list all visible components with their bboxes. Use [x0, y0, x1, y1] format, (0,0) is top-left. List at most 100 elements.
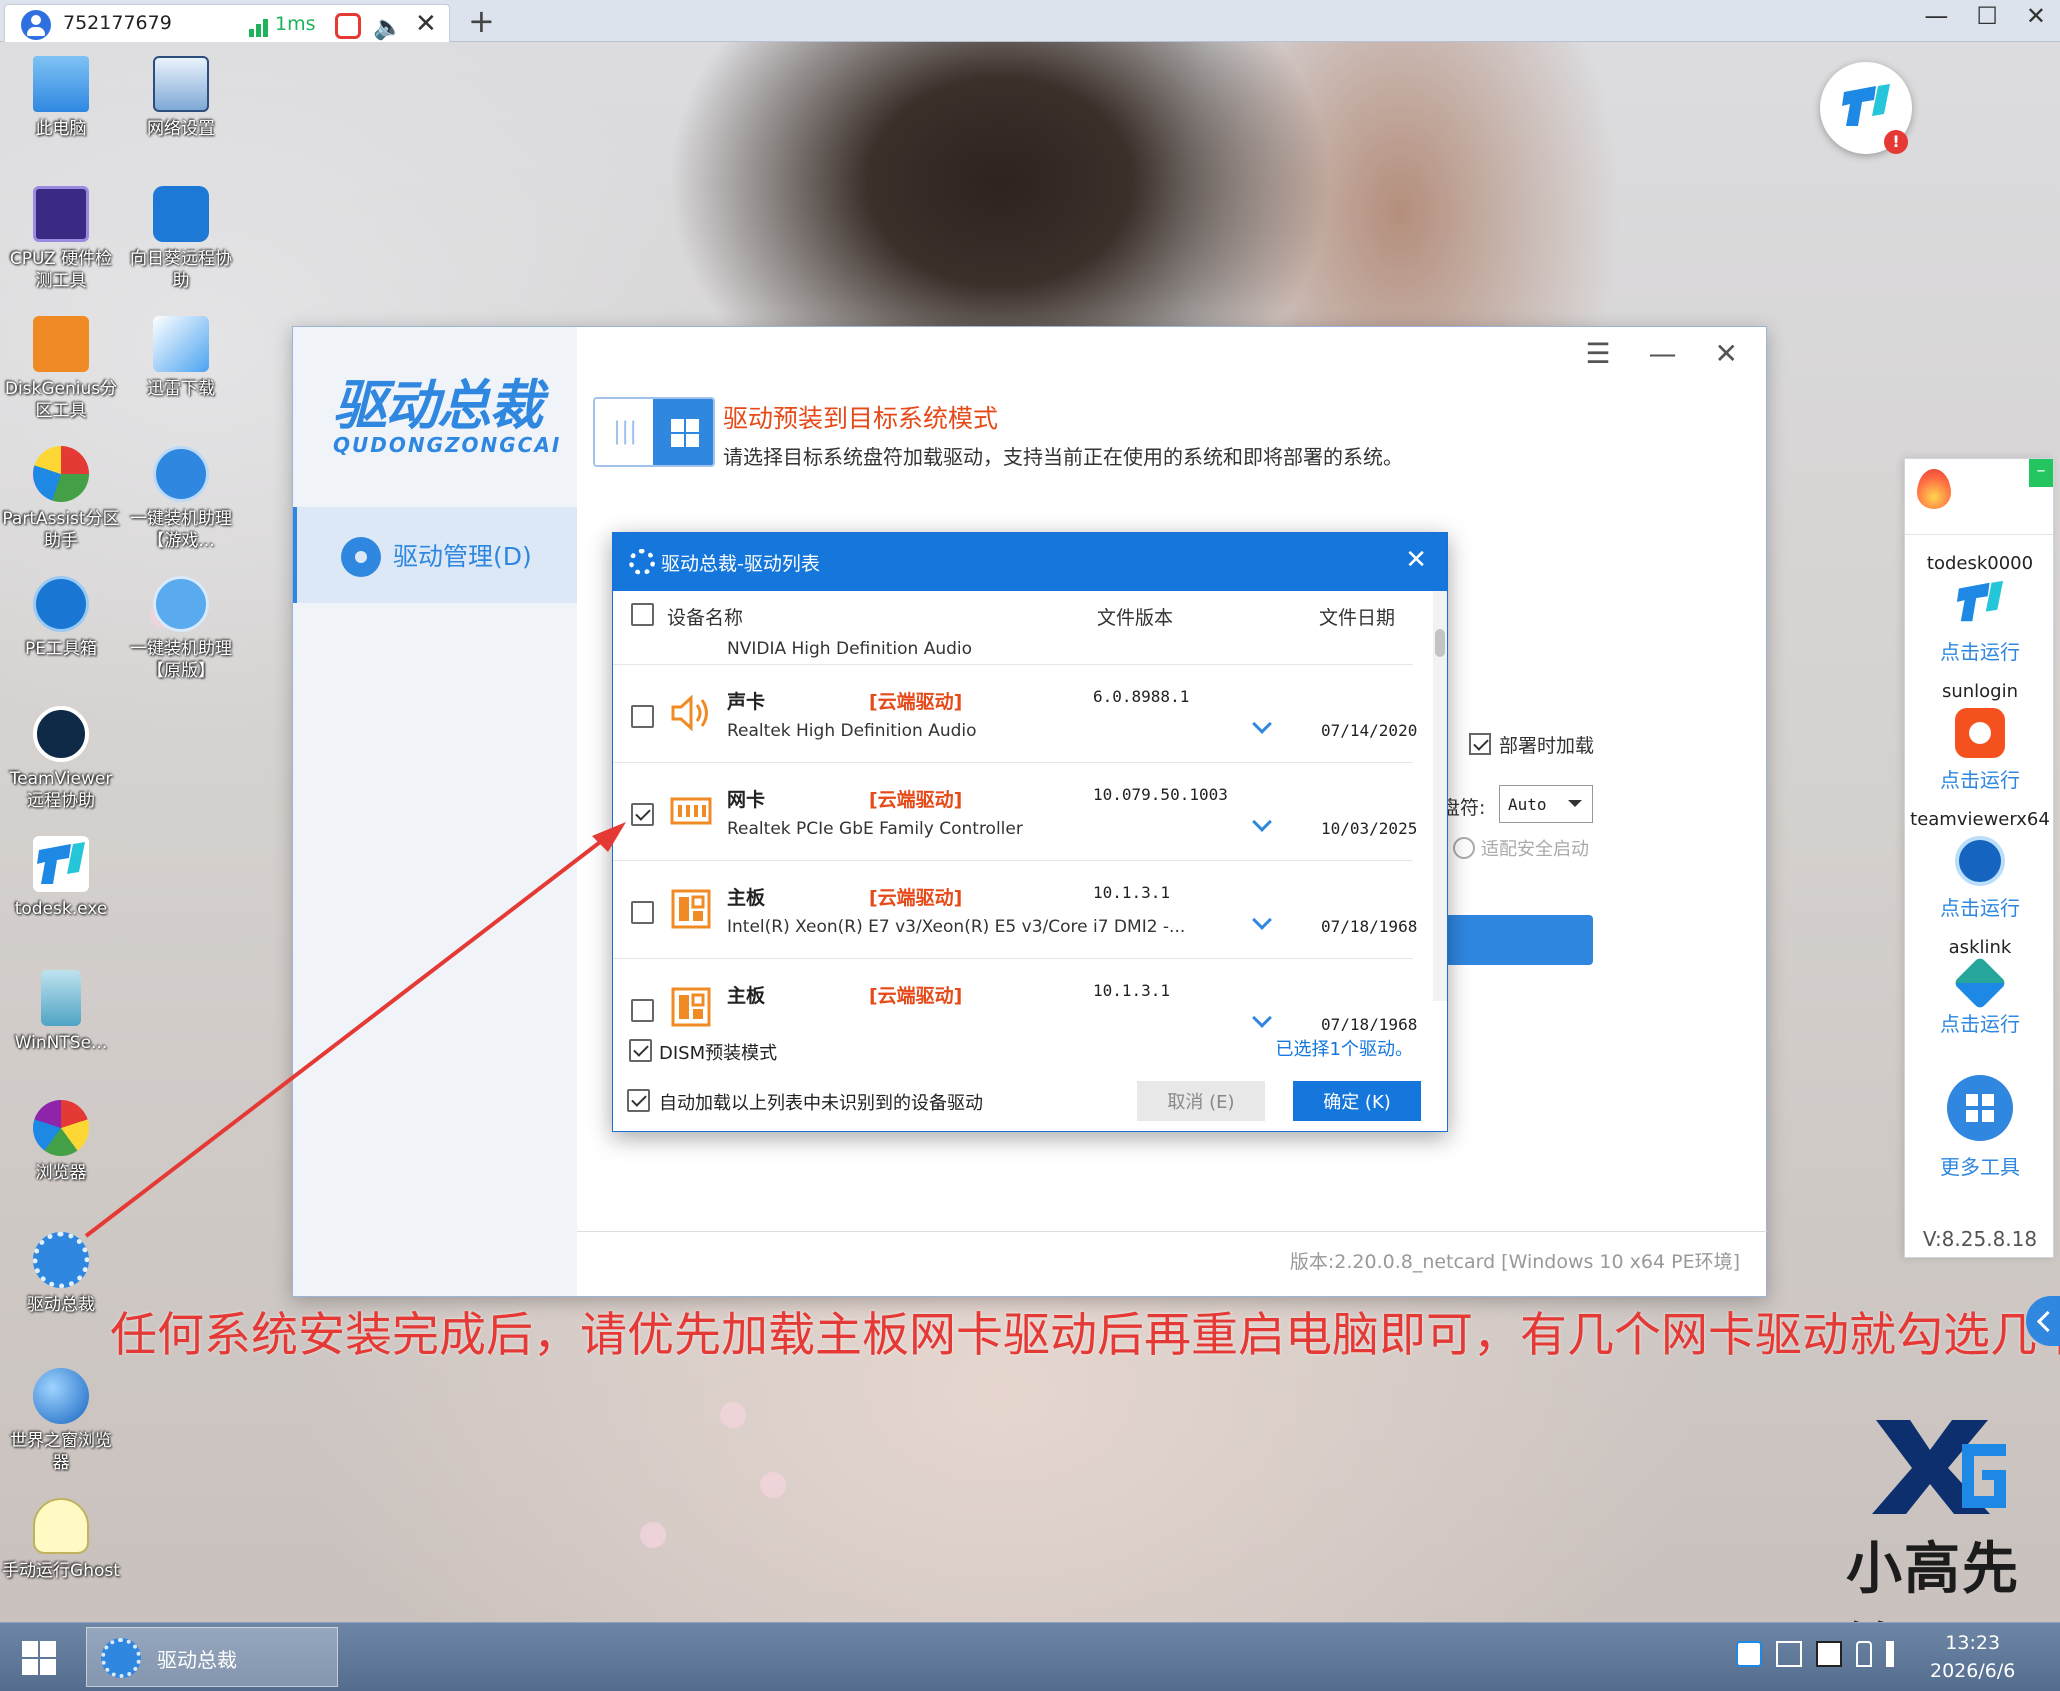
desktop-icon[interactable]: 此电脑: [2, 56, 120, 140]
tool-item-teamviewer[interactable]: teamviewerx64 点击运行: [1905, 795, 2055, 923]
close-tab-icon[interactable]: ✕: [415, 9, 437, 39]
grid-icon: [1947, 1075, 2013, 1141]
table-row[interactable]: 网卡 [云端驱动] 10.079.50.1003 Realtek PCIe Gb…: [613, 763, 1417, 861]
partassist-icon: [33, 446, 89, 502]
dialog-options: DISM预装模式 已选择1个驱动。: [613, 1031, 1447, 1067]
secure-boot-radio[interactable]: [1453, 837, 1475, 859]
maximize-icon[interactable]: ☐: [1976, 2, 1998, 30]
run-link[interactable]: 点击运行: [1905, 636, 2055, 665]
tool-item-sunlogin[interactable]: sunlogin 点击运行: [1905, 667, 2055, 795]
selected-count: 已选择1个驱动。: [1275, 1039, 1413, 1060]
row-checkbox[interactable]: [631, 705, 654, 728]
collapse-icon[interactable]: –: [2029, 459, 2053, 487]
auto-load-checkbox[interactable]: [627, 1089, 650, 1112]
chevron-down-icon[interactable]: [1252, 714, 1272, 734]
checkbox-tray-icon[interactable]: [1816, 1641, 1842, 1667]
windows-mode-button[interactable]: [653, 399, 713, 465]
network-card-icon: [670, 797, 712, 825]
blossom-decoration: [760, 1472, 786, 1498]
list-mode-icon[interactable]: [595, 399, 653, 465]
sidebar-item-driver-management[interactable]: 驱动管理(D): [293, 507, 577, 603]
computer-icon: [33, 56, 89, 112]
mode-toggle[interactable]: [593, 397, 715, 467]
desktop-icon-label: 驱动总裁: [27, 1295, 95, 1315]
deploy-load-checkbox[interactable]: [1469, 733, 1491, 755]
tool-item-todesk[interactable]: todesk0000 点击运行: [1905, 539, 2055, 667]
column-header-date[interactable]: 文件日期: [1319, 603, 1395, 630]
close-icon[interactable]: ✕: [1405, 545, 1427, 575]
run-link[interactable]: 点击运行: [1905, 892, 2055, 921]
todesk-floating-button[interactable]: !: [1820, 62, 1912, 154]
desktop-icon[interactable]: 一键装机助理【游戏...: [122, 446, 240, 552]
sunlogin-icon: [153, 186, 209, 242]
column-header-version[interactable]: 文件版本: [1097, 603, 1173, 630]
desktop-icon[interactable]: 向日葵远程协助: [122, 186, 240, 292]
desktop-icon[interactable]: todesk.exe: [2, 836, 120, 920]
list-item[interactable]: NVIDIA High Definition Audio: [613, 641, 1413, 665]
drive-letter-value: Auto: [1508, 795, 1547, 814]
tool-name: sunlogin: [1941, 681, 2019, 702]
gear-icon: [341, 537, 381, 577]
close-icon[interactable]: ✕: [1715, 337, 1738, 370]
column-header-name[interactable]: 设备名称: [667, 603, 743, 630]
installer-original-icon: [153, 576, 209, 632]
table-row[interactable]: 声卡 [云端驱动] 6.0.8988.1 Realtek High Defini…: [613, 665, 1417, 763]
clock[interactable]: 13:23 2026/6/6: [1930, 1629, 2015, 1685]
taskbar-item-driver[interactable]: 驱动总裁: [86, 1627, 338, 1687]
close-icon[interactable]: ✕: [2026, 2, 2046, 30]
desktop-icon[interactable]: WinNTSe...: [2, 970, 120, 1054]
record-icon[interactable]: [335, 13, 361, 39]
row-checkbox[interactable]: [631, 803, 654, 826]
fire-icon: [1917, 469, 1951, 509]
desktop-icon[interactable]: TeamViewer远程协助: [2, 706, 120, 812]
volume-tray-icon[interactable]: [1886, 1641, 1912, 1667]
todesk-tray-icon[interactable]: [1736, 1641, 1762, 1667]
new-tab-icon[interactable]: +: [468, 2, 495, 40]
select-all-checkbox[interactable]: [631, 603, 654, 626]
desktop-icon[interactable]: DiskGenius分区工具: [2, 316, 120, 422]
session-tab[interactable]: 752177679 1ms 🔈 ✕: [4, 4, 450, 42]
mode-description: 请选择目标系统盘符加载驱动，支持当前正在使用的系统和即将部署的系统。: [723, 445, 1403, 469]
start-button[interactable]: [16, 1635, 62, 1681]
desktop-icon[interactable]: 驱动总裁: [2, 1232, 120, 1316]
row-checkbox[interactable]: [631, 901, 654, 924]
desktop-icon-label: 此电脑: [35, 119, 87, 139]
chevron-down-icon[interactable]: [1252, 812, 1272, 832]
run-link[interactable]: 点击运行: [1905, 764, 2055, 793]
usb-tray-icon[interactable]: [1856, 1641, 1872, 1667]
scroll-thumb[interactable]: [1435, 629, 1445, 657]
driver-date: 07/14/2020: [1321, 721, 1418, 740]
row-checkbox[interactable]: [631, 999, 654, 1022]
logo-sub-text: QUDONGZONGCAI: [333, 433, 562, 457]
driver-version: 10.1.3.1: [1093, 883, 1171, 902]
network-tray-icon[interactable]: [1776, 1641, 1802, 1667]
ok-button[interactable]: 确定 (K): [1293, 1081, 1421, 1121]
chevron-down-icon[interactable]: [1252, 910, 1272, 930]
chevron-down-icon[interactable]: [1252, 1008, 1272, 1028]
installer-game-icon: [153, 446, 209, 502]
desktop-icon[interactable]: PE工具箱: [2, 576, 120, 660]
driver-version: 6.0.8988.1: [1093, 687, 1190, 706]
minimize-icon[interactable]: —: [1924, 2, 1948, 30]
start-button[interactable]: [1441, 915, 1593, 965]
minimize-icon[interactable]: —: [1649, 337, 1677, 370]
desktop-icon[interactable]: 世界之窗浏览器: [2, 1368, 120, 1474]
menu-icon[interactable]: ☰: [1585, 337, 1610, 370]
drive-letter-select[interactable]: Auto: [1499, 785, 1593, 823]
tool-item-asklink[interactable]: asklink 点击运行: [1905, 923, 2055, 1051]
desktop-icon[interactable]: 浏览器: [2, 1100, 120, 1184]
list-scrollbar[interactable]: [1433, 591, 1447, 1001]
dism-mode-checkbox[interactable]: [629, 1039, 652, 1062]
desktop-icon[interactable]: PartAssist分区助手: [2, 446, 120, 552]
desktop-icon[interactable]: 迅雷下载: [122, 316, 240, 400]
desktop-icon[interactable]: 手动运行Ghost: [2, 1498, 120, 1582]
desktop-icon[interactable]: 网络设置: [122, 56, 240, 140]
volume-icon[interactable]: 🔈: [373, 13, 403, 41]
more-tools-button[interactable]: 更多工具: [1905, 1075, 2055, 1180]
cancel-button[interactable]: 取消 (E): [1137, 1081, 1265, 1121]
desktop-icon[interactable]: 一键装机助理【原版】: [122, 576, 240, 682]
run-link[interactable]: 点击运行: [1905, 1008, 2055, 1037]
desktop-icon[interactable]: CPUZ 硬件检测工具: [2, 186, 120, 292]
tool-panel: – todesk0000 点击运行 sunlogin 点击运行 teamview…: [1904, 458, 2054, 1258]
table-row[interactable]: 主板 [云端驱动] 10.1.3.1 Intel(R) Xeon(R) E7 v…: [613, 861, 1417, 959]
